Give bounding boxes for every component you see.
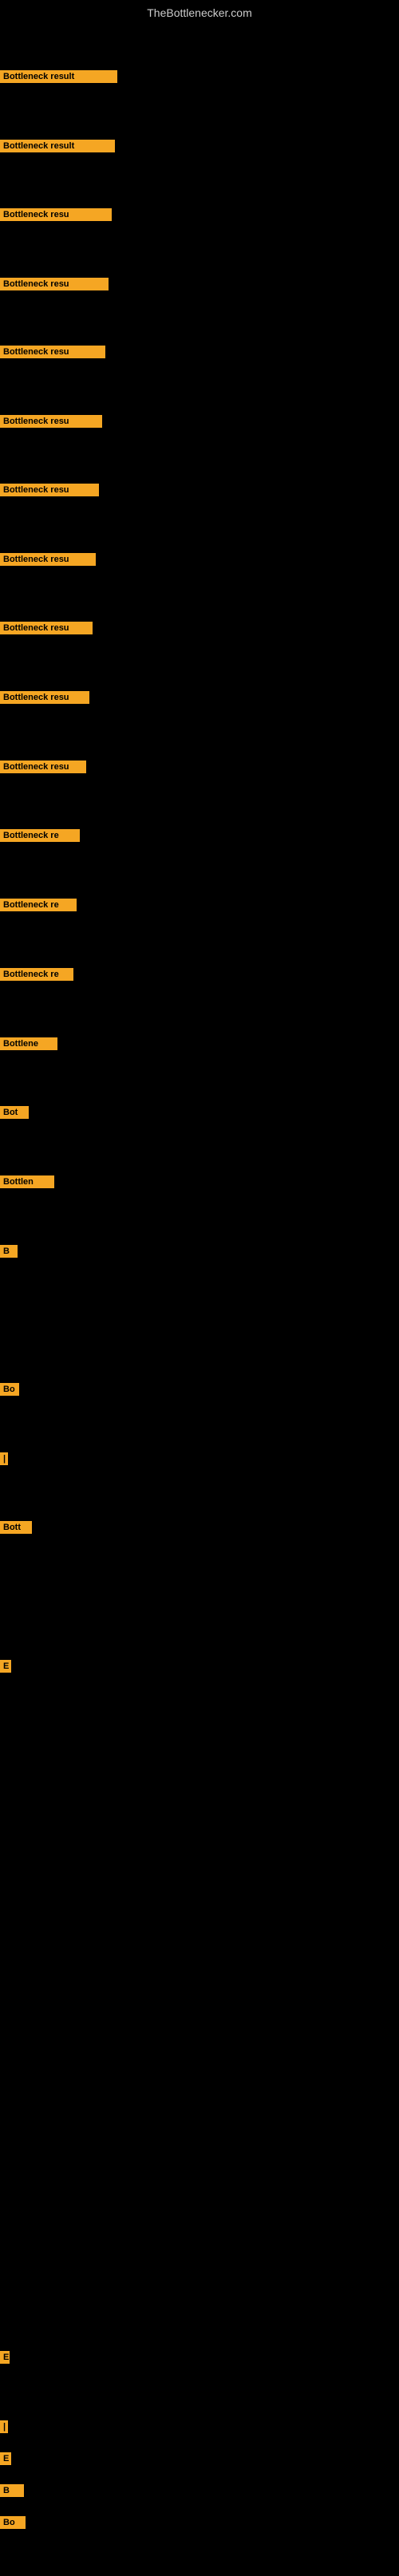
bottleneck-row-8: Bottleneck resu <box>0 618 399 638</box>
bottleneck-bar-37[interactable]: Bo <box>0 2516 26 2529</box>
bottleneck-row-4: Bottleneck resu <box>0 342 399 362</box>
bottleneck-bar-15[interactable]: Bot <box>0 1106 29 1119</box>
bottleneck-row-14: Bottlene <box>0 1033 399 1054</box>
bottleneck-bar-2[interactable]: Bottleneck resu <box>0 208 112 221</box>
bottleneck-bar-5[interactable]: Bottleneck resu <box>0 415 102 428</box>
bottleneck-bar-10[interactable]: Bottleneck resu <box>0 761 86 773</box>
bottleneck-bar-3[interactable]: Bottleneck resu <box>0 278 109 290</box>
bottleneck-row-11: Bottleneck re <box>0 825 399 846</box>
bottleneck-bar-14[interactable]: Bottlene <box>0 1037 57 1050</box>
bottleneck-row-34: | <box>0 2416 399 2437</box>
bottleneck-row-9: Bottleneck resu <box>0 687 399 708</box>
bottleneck-row-19: Bo <box>0 1379 399 1400</box>
bottleneck-row-36: B <box>0 2480 399 2501</box>
bottleneck-row-5: Bottleneck resu <box>0 411 399 432</box>
bottleneck-bar-7[interactable]: Bottleneck resu <box>0 553 96 566</box>
bottleneck-row-10: Bottleneck resu <box>0 757 399 777</box>
bottleneck-row-20: | <box>0 1448 399 1469</box>
bottleneck-row-7: Bottleneck resu <box>0 549 399 570</box>
bottleneck-row-23: E <box>0 1656 399 1677</box>
bottleneck-bar-9[interactable]: Bottleneck resu <box>0 691 89 704</box>
bottleneck-bar-1[interactable]: Bottleneck result <box>0 140 115 152</box>
bottleneck-row-1: Bottleneck result <box>0 136 399 156</box>
bottleneck-row-6: Bottleneck resu <box>0 480 399 500</box>
bottleneck-row-0: Bottleneck result <box>0 66 399 87</box>
bottleneck-bar-13[interactable]: Bottleneck re <box>0 968 73 981</box>
bottleneck-row-2: Bottleneck resu <box>0 204 399 225</box>
bottleneck-bar-4[interactable]: Bottleneck resu <box>0 346 105 358</box>
bottleneck-row-15: Bot <box>0 1102 399 1123</box>
bottleneck-bar-20[interactable]: | <box>0 1452 8 1465</box>
bottleneck-bar-12[interactable]: Bottleneck re <box>0 899 77 911</box>
bottleneck-row-13: Bottleneck re <box>0 964 399 985</box>
bottleneck-bar-35[interactable]: E <box>0 2452 11 2465</box>
bottleneck-bar-36[interactable]: B <box>0 2484 24 2497</box>
bottleneck-row-35: E <box>0 2448 399 2469</box>
bottleneck-row-17: B <box>0 1241 399 1262</box>
site-title: TheBottlenecker.com <box>0 0 399 22</box>
bottleneck-bar-19[interactable]: Bo <box>0 1383 19 1396</box>
bottleneck-row-33: E <box>0 2347 399 2368</box>
bottleneck-row-16: Bottlen <box>0 1171 399 1192</box>
bottleneck-bar-6[interactable]: Bottleneck resu <box>0 484 99 496</box>
bottleneck-bar-23[interactable]: E <box>0 1660 11 1673</box>
bottleneck-bar-17[interactable]: B <box>0 1245 18 1258</box>
bottleneck-row-21: Bott <box>0 1517 399 1538</box>
bottleneck-row-37: Bo <box>0 2512 399 2533</box>
bottleneck-bar-16[interactable]: Bottlen <box>0 1175 54 1188</box>
bottleneck-bar-34[interactable]: | <box>0 2420 8 2433</box>
bottleneck-bar-0[interactable]: Bottleneck result <box>0 70 117 83</box>
bottleneck-bar-21[interactable]: Bott <box>0 1521 32 1534</box>
bottleneck-row-12: Bottleneck re <box>0 895 399 915</box>
bottleneck-bar-8[interactable]: Bottleneck resu <box>0 622 93 634</box>
bottleneck-row-3: Bottleneck resu <box>0 274 399 294</box>
bottleneck-bar-33[interactable]: E <box>0 2351 10 2364</box>
bottleneck-bar-11[interactable]: Bottleneck re <box>0 829 80 842</box>
